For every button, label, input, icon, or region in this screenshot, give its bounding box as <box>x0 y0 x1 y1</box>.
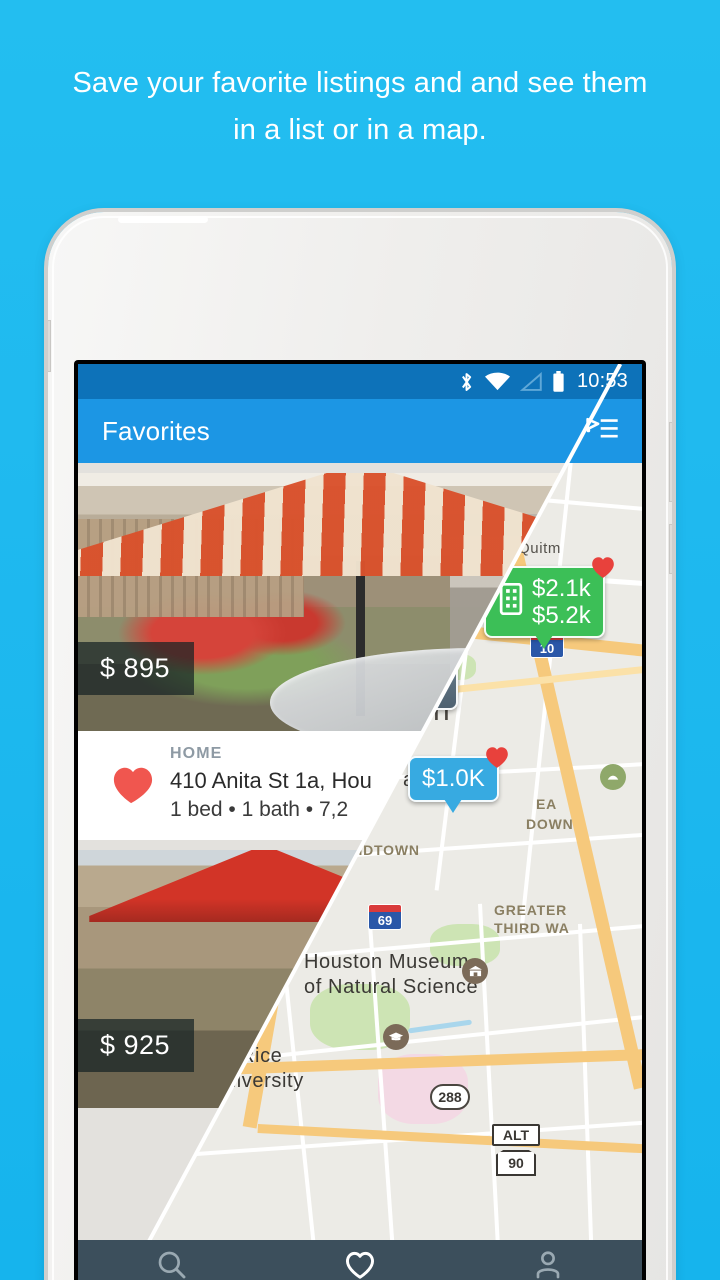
person-icon <box>532 1249 564 1280</box>
heart-outline-icon <box>344 1250 376 1280</box>
phone-screen-frame: $ 895 HOME 410 Anita St 1a, Hou 1 bed • <box>74 360 646 1280</box>
heart-filled-icon <box>484 745 510 774</box>
map-neighborhood-label: GREATER <box>494 902 568 918</box>
map-neighborhood-label: EA <box>536 796 558 812</box>
map-poi-label: of Natural Science <box>304 976 479 998</box>
device-volume-button <box>669 422 672 502</box>
bluetooth-icon <box>458 371 475 393</box>
map-marker-price-top: $2.1k <box>532 575 591 602</box>
map-marker-price[interactable]: $1.0K <box>408 747 508 813</box>
list-map-toggle-icon[interactable] <box>582 411 622 451</box>
map-poi-label: Houston Museum <box>304 951 470 973</box>
wifi-icon <box>484 372 510 392</box>
nav-item-profile[interactable]: Profile <box>454 1240 642 1280</box>
status-bar-clock: 10:53 <box>576 370 628 392</box>
heart-filled-icon <box>590 555 616 584</box>
building-icon <box>498 582 524 622</box>
us-highway-shield: 90 <box>496 1150 536 1176</box>
map-neighborhood-label: DOWN <box>526 816 574 832</box>
map-neighborhood-label: THIRD WA <box>494 920 570 936</box>
device-power-button <box>669 524 672 574</box>
park-poi-icon <box>600 764 626 790</box>
museum-icon <box>462 958 488 984</box>
promo-headline: Save your favorite listings and and see … <box>72 67 648 146</box>
interstate-shield: 69 <box>368 904 402 930</box>
nav-item-search[interactable]: Search <box>78 1240 266 1280</box>
phone-screen: $ 895 HOME 410 Anita St 1a, Hou 1 bed • <box>78 364 642 1280</box>
device-side-button-left <box>48 320 51 372</box>
favorite-heart-button[interactable] <box>96 763 170 805</box>
state-highway-shield: 288 <box>430 1084 470 1110</box>
device-highlight <box>118 216 208 223</box>
listing-price-badge: $ 925 <box>78 1019 195 1072</box>
heart-filled-icon <box>110 763 156 805</box>
android-status-bar: 10:53 <box>78 364 642 399</box>
nav-item-favorites[interactable]: Favorites <box>266 1240 454 1280</box>
map-street-label: Quitm <box>518 540 562 557</box>
listing-price-badge: $ 895 <box>78 642 195 695</box>
app-bar: Favorites <box>78 399 642 463</box>
search-icon <box>156 1249 188 1280</box>
phone-device-mockup: $ 895 HOME 410 Anita St 1a, Hou 1 bed • <box>48 212 672 1280</box>
map-marker-price-label: $1.0K <box>422 765 485 792</box>
map-marker-price-bottom: $5.2k <box>532 602 591 629</box>
battery-icon <box>552 370 565 393</box>
cell-signal-icon <box>519 371 542 392</box>
alt-banner-shield: ALT <box>492 1124 540 1146</box>
page-title: Favorites <box>102 415 210 446</box>
university-icon <box>383 1024 409 1050</box>
bottom-navigation-bar: Search Favorites Profile <box>78 1240 642 1280</box>
